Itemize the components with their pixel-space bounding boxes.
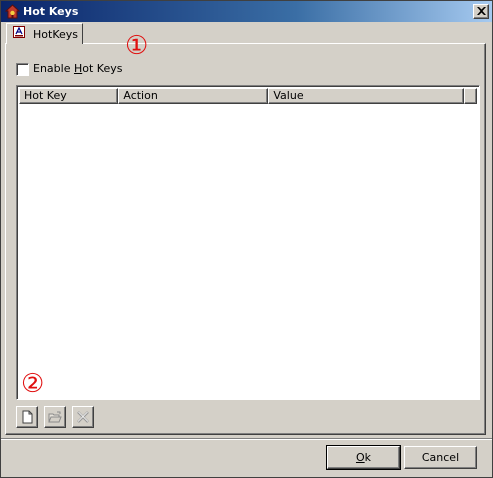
delete-icon bbox=[77, 411, 89, 423]
hotkeys-tab-icon bbox=[13, 26, 25, 38]
annotation-marker-1: ① bbox=[125, 31, 149, 61]
list-header: Hot Key Action Value bbox=[19, 88, 477, 104]
close-button[interactable] bbox=[473, 4, 489, 19]
column-header-filler bbox=[464, 88, 477, 104]
title-bar[interactable]: Hot Keys bbox=[1, 1, 492, 22]
window-title: Hot Keys bbox=[23, 5, 79, 18]
edit-hotkey-button[interactable] bbox=[44, 406, 66, 428]
annotation-marker-2: ② bbox=[21, 369, 45, 399]
tab-hotkeys[interactable]: HotKeys bbox=[6, 23, 83, 44]
cancel-button[interactable]: Cancel bbox=[404, 446, 477, 469]
new-document-icon bbox=[22, 410, 33, 424]
new-hotkey-button[interactable] bbox=[16, 406, 38, 428]
ok-button[interactable]: Ok bbox=[326, 445, 401, 470]
column-header-hot-key[interactable]: Hot Key bbox=[19, 88, 119, 104]
close-icon bbox=[477, 7, 486, 15]
open-folder-icon bbox=[48, 411, 62, 423]
button-separator bbox=[1, 438, 492, 440]
enable-hotkeys-label[interactable]: Enable Hot Keys bbox=[33, 62, 122, 76]
delete-hotkey-button[interactable] bbox=[72, 406, 94, 428]
column-header-action[interactable]: Action bbox=[118, 88, 269, 104]
hot-keys-dialog: Hot Keys HotKeys ① Enable Hot Keys Hot K… bbox=[0, 0, 493, 478]
tab-label: HotKeys bbox=[33, 28, 78, 41]
column-header-value[interactable]: Value bbox=[268, 88, 465, 104]
hotkeys-list[interactable]: Hot Key Action Value bbox=[16, 85, 480, 400]
app-icon bbox=[4, 4, 21, 19]
enable-hotkeys-checkbox[interactable] bbox=[16, 63, 29, 76]
